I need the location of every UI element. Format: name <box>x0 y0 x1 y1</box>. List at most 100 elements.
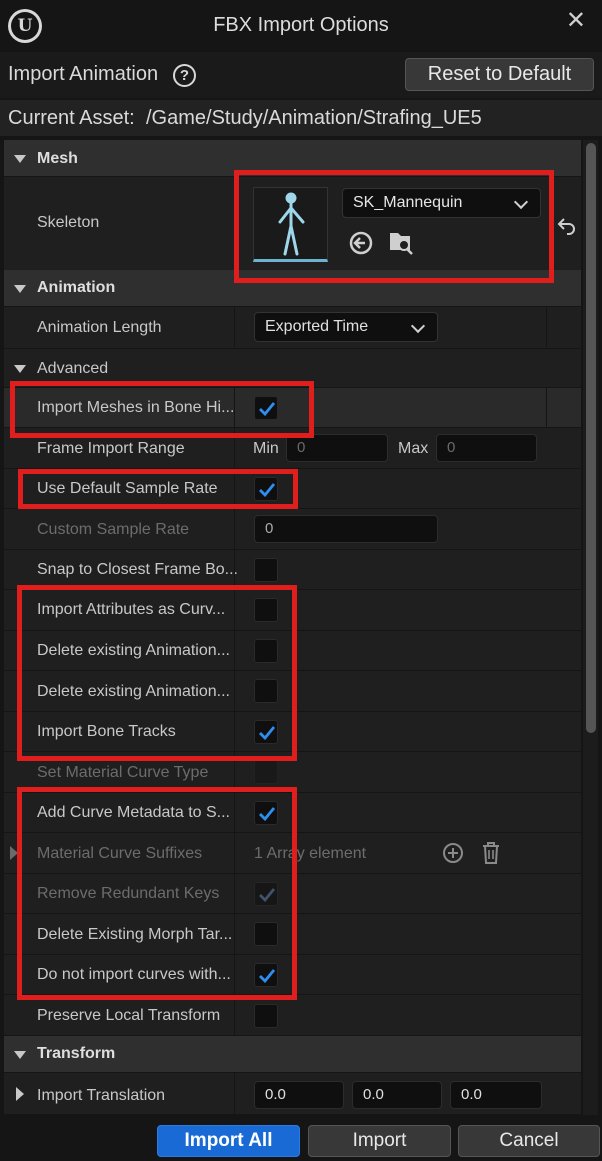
import-translation-row: Import Translation 0.0 0.0 0.0 <box>4 1073 581 1115</box>
use-selected-asset-icon[interactable] <box>348 230 374 256</box>
skeleton-dropdown[interactable]: SK_Mannequin <box>342 188 541 218</box>
current-asset-bar: Current Asset: /Game/Study/Animation/Str… <box>0 100 602 136</box>
reset-property-icon[interactable] <box>556 214 581 240</box>
property-label: Import Meshes in Bone Hi... <box>37 399 235 416</box>
cancel-button[interactable]: Cancel <box>458 1125 600 1157</box>
reset-to-default-button[interactable]: Reset to Default <box>405 58 594 91</box>
property-label: Do not import curves with... <box>37 966 231 983</box>
property-label: Import Attributes as Curv... <box>37 601 226 618</box>
browse-asset-icon[interactable] <box>387 228 413 255</box>
category-label: Mesh <box>37 150 78 167</box>
delete-anim-1-row: Delete existing Animation... <box>4 631 581 671</box>
animation-length-row: Animation Length Exported Time <box>4 307 581 349</box>
property-label: Preserve Local Transform <box>37 1007 221 1024</box>
close-icon[interactable]: ✕ <box>566 6 586 35</box>
delete-anim-2-row: Delete existing Animation... <box>4 671 581 712</box>
advanced-label: Advanced <box>37 360 109 377</box>
translation-y-input[interactable]: 0.0 <box>352 1081 442 1109</box>
toolbar: Import Animation Reset to Default <box>0 52 602 98</box>
property-label: Add Curve Metadata to S... <box>37 804 230 821</box>
default-sample-rate-checkbox[interactable] <box>254 477 278 501</box>
import-attributes-row: Import Attributes as Curv... <box>4 590 581 631</box>
delete-anim-2-checkbox[interactable] <box>254 679 278 703</box>
property-label: Set Material Curve Type <box>37 764 209 781</box>
translation-z-input[interactable]: 0.0 <box>450 1081 542 1109</box>
property-label: Snap to Closest Frame Bo... <box>37 561 238 578</box>
array-count: 1 Array element <box>254 845 367 862</box>
property-label: Delete existing Animation... <box>37 683 230 700</box>
advanced-group[interactable]: Advanced <box>4 349 581 388</box>
property-label: Material Curve Suffixes <box>37 845 203 862</box>
max-label: Max <box>398 440 429 457</box>
animation-length-dropdown[interactable]: Exported Time <box>254 312 438 342</box>
remove-redundant-row: Remove Redundant Keys <box>4 874 581 914</box>
add-curve-metadata-checkbox[interactable] <box>254 801 278 825</box>
category-label: Animation <box>37 279 116 296</box>
import-bone-tracks-checkbox[interactable] <box>254 720 278 744</box>
delete-morph-row: Delete Existing Morph Tar... <box>4 914 581 955</box>
collapse-arrow-icon[interactable] <box>14 1051 26 1059</box>
property-label: Import Bone Tracks <box>37 723 176 740</box>
collapse-arrow-icon[interactable] <box>14 285 26 293</box>
snap-frame-row: Snap to Closest Frame Bo... <box>4 550 581 590</box>
trash-icon[interactable] <box>480 841 506 867</box>
window-title: FBX Import Options <box>213 14 389 36</box>
custom-sample-rate-row: Custom Sample Rate 0 <box>4 509 581 550</box>
collapse-arrow-icon[interactable] <box>14 155 26 163</box>
translation-x-input[interactable]: 0.0 <box>254 1081 344 1109</box>
material-curve-type-checkbox[interactable] <box>254 760 278 784</box>
material-curve-type-row: Set Material Curve Type <box>4 752 581 793</box>
custom-sample-rate-input[interactable]: 0 <box>254 515 438 543</box>
chevron-down-icon <box>410 318 426 334</box>
expand-arrow-icon[interactable] <box>10 846 18 860</box>
property-label: Delete Existing Morph Tar... <box>37 926 233 943</box>
remove-redundant-checkbox[interactable] <box>254 882 278 906</box>
import-all-button[interactable]: Import All <box>157 1125 300 1157</box>
scrollbar-thumb[interactable] <box>586 143 596 733</box>
property-label: Use Default Sample Rate <box>37 480 218 497</box>
scrollbar[interactable] <box>583 140 598 1115</box>
skeleton-label: Skeleton <box>37 214 100 231</box>
frame-range-min-input[interactable]: 0 <box>286 434 388 462</box>
frame-range-row: Frame Import Range Min 0 Max 0 <box>4 428 581 469</box>
preserve-local-checkbox[interactable] <box>254 1004 278 1028</box>
skeleton-value: SK_Mannequin <box>353 194 463 211</box>
import-attributes-checkbox[interactable] <box>254 598 278 622</box>
delete-anim-1-checkbox[interactable] <box>254 639 278 663</box>
expand-arrow-icon[interactable] <box>16 1087 24 1101</box>
title-bar: U FBX Import Options ✕ <box>0 0 602 52</box>
skeleton-thumbnail[interactable] <box>253 187 328 262</box>
category-label: Transform <box>37 1045 116 1062</box>
chevron-down-icon <box>513 194 529 210</box>
snap-frame-checkbox[interactable] <box>254 558 278 582</box>
no-import-curves-row: Do not import curves with... <box>4 955 581 995</box>
property-label: Delete existing Animation... <box>37 642 230 659</box>
category-transform[interactable]: Transform <box>4 1036 581 1073</box>
import-bone-tracks-row: Import Bone Tracks <box>4 712 581 752</box>
property-label: Custom Sample Rate <box>37 521 190 538</box>
help-icon[interactable]: ? <box>173 64 196 87</box>
property-label: Animation Length <box>37 319 162 336</box>
current-asset-label: Current Asset: <box>8 107 135 129</box>
no-import-curves-checkbox[interactable] <box>254 963 278 987</box>
import-meshes-checkbox[interactable] <box>254 396 278 420</box>
dropdown-value: Exported Time <box>265 318 369 335</box>
category-mesh[interactable]: Mesh <box>4 140 581 177</box>
details-panel: Mesh Skeleton SK_Mannequin Animation Ani… <box>4 140 581 1115</box>
add-curve-metadata-row: Add Curve Metadata to S... <box>4 793 581 833</box>
add-element-icon[interactable] <box>441 841 467 867</box>
frame-range-max-input[interactable]: 0 <box>436 434 537 462</box>
property-label: Import Translation <box>37 1087 166 1104</box>
collapse-arrow-icon[interactable] <box>14 365 26 373</box>
import-meshes-row: Import Meshes in Bone Hi... <box>4 388 581 428</box>
delete-morph-checkbox[interactable] <box>254 922 278 946</box>
import-type-title: Import Animation <box>8 63 159 85</box>
category-animation[interactable]: Animation <box>4 270 581 307</box>
default-sample-rate-row: Use Default Sample Rate <box>4 469 581 509</box>
footer: Import All Import Cancel <box>0 1115 602 1161</box>
property-label: Remove Redundant Keys <box>37 885 220 902</box>
min-label: Min <box>253 440 279 457</box>
material-curve-suffixes-row: Material Curve Suffixes 1 Array element <box>4 833 581 874</box>
preserve-local-row: Preserve Local Transform <box>4 995 581 1036</box>
import-button[interactable]: Import <box>308 1125 451 1157</box>
